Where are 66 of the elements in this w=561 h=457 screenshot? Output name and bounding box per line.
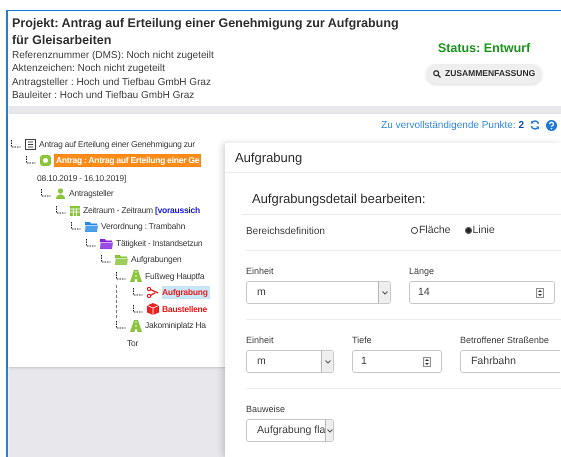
field-label: Betroffener Straßenbe (460, 334, 550, 347)
select-field[interactable]: m (246, 281, 391, 304)
summary-button[interactable]: ZUSAMMENFASSUNG (426, 64, 542, 84)
tree-item[interactable]: Aufgrabungen (131, 253, 182, 266)
connector-icon (55, 206, 66, 215)
tree-item[interactable]: Zeitraum - Zeitraum [voraussich (83, 204, 200, 217)
connector-icon (70, 222, 81, 232)
dialog-heading: Aufgrabungsdetail bearbeiten: (252, 190, 426, 208)
connector-icon (10, 140, 21, 149)
tree-item[interactable]: Verordnung : Trambahn (101, 220, 186, 234)
road-icon (130, 270, 142, 282)
caret-icon (324, 360, 330, 364)
field-label: Einheit (246, 334, 275, 347)
tree-item[interactable]: Jakominiplatz Ha (145, 319, 206, 332)
tree-item[interactable]: Tätigkeit - Instandsetzun (116, 236, 202, 250)
folder-icon (115, 254, 128, 266)
connector-icon (115, 272, 126, 281)
field-label: Einheit (246, 265, 275, 278)
search-icon (433, 70, 441, 78)
field-label: Tiefe (352, 334, 373, 347)
connector-icon (25, 156, 36, 166)
spinner-icon (423, 356, 431, 366)
pending-points-text: Zu vervollständigende Punkte: 2 (381, 118, 524, 132)
project-detail: Referenznummer (DMS): Noch nicht zugeteilt (12, 49, 215, 62)
spinner-icon (536, 288, 544, 298)
radio-option[interactable]: Linie (464, 224, 495, 237)
refresh-icon[interactable] (530, 120, 540, 130)
connector-icon (115, 321, 126, 330)
field-label: Länge (409, 265, 436, 278)
number-field[interactable]: 14 (409, 281, 555, 304)
calendar-icon (70, 204, 80, 216)
tree-item[interactable]: Antragsteller (69, 187, 114, 200)
connector-icon (132, 288, 143, 298)
ring-icon (40, 155, 51, 166)
select-field[interactable]: Aufgrabung fla (246, 419, 334, 442)
tree-item-continuation: 08.10.2019 - 16.10.2019] (37, 173, 126, 183)
road-icon (130, 320, 142, 332)
radio-option[interactable]: Fläche (411, 224, 451, 237)
cube-icon (147, 303, 159, 316)
caret-icon (382, 290, 388, 294)
field-label: Bauweise (246, 403, 286, 416)
dialog-title: Aufgrabung (235, 148, 302, 167)
folder-icon (85, 221, 98, 232)
connector-icon (100, 255, 111, 264)
field-label: Bereichsdefinition (246, 225, 326, 239)
text-field[interactable]: Fahrbahn (460, 350, 560, 373)
number-field[interactable]: 1 (352, 350, 442, 373)
list-icon (25, 138, 36, 150)
project-detail: Aktenzeichen: Noch nicht zugeteilt (12, 62, 166, 76)
status-text: Status: Entwurf (438, 40, 530, 57)
connector-icon (132, 304, 143, 314)
person-icon (55, 188, 66, 200)
tree-item-continuation: Tor (127, 338, 138, 348)
project-title: Projekt: Antrag auf Erteilung einer Genehmigung zur Aufgrabung für Gleisarbeiten (12, 15, 400, 49)
tree-item[interactable]: Antrag auf Erteilung einer Genehmigung zur (39, 138, 195, 151)
tree-item[interactable]: Baustellene (162, 302, 207, 316)
connector-icon (85, 238, 96, 248)
branch-icon (147, 287, 159, 298)
select-field[interactable]: m (246, 350, 334, 373)
project-detail: Antragsteller : Hoch und Tiefbau GmbH Graz (12, 76, 212, 89)
tree-item[interactable]: Fußweg Hauptfa (145, 270, 204, 283)
folder-icon (100, 238, 113, 249)
connector-icon (40, 189, 51, 198)
caret-icon (326, 428, 333, 432)
help-icon[interactable] (546, 120, 557, 130)
project-detail: Bauleiter : Hoch und Tiefbau GmbH Graz (12, 88, 196, 102)
